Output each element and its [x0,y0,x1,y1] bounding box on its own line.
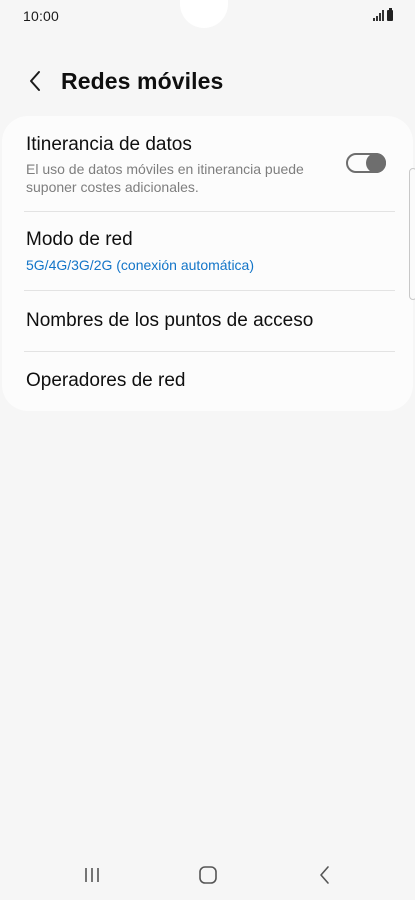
network-operators-row[interactable]: Operadores de red [2,352,413,411]
network-mode-row[interactable]: Modo de red 5G/4G/3G/2G (conexión automá… [2,212,413,290]
settings-card: Itinerancia de datos El uso de datos móv… [2,116,413,411]
home-icon [199,866,217,884]
back-icon [320,866,329,884]
page-title: Redes móviles [61,68,224,94]
signal-icon [373,10,384,21]
status-time: 10:00 [23,8,60,24]
network-mode-title: Modo de red [26,229,133,250]
network-operators-title: Operadores de red [26,370,186,391]
camera-notch [180,0,228,28]
nav-back-button[interactable] [302,860,346,890]
back-button[interactable] [20,64,50,98]
data-roaming-row[interactable]: Itinerancia de datos El uso de datos móv… [2,116,413,212]
scroll-indicator[interactable] [409,168,415,300]
navigation-bar [0,850,415,900]
data-roaming-title: Itinerancia de datos [26,134,192,155]
access-point-names-row[interactable]: Nombres de los puntos de acceso [2,291,413,351]
status-bar: 10:00 [0,0,415,34]
data-roaming-toggle[interactable] [346,153,386,173]
app-bar: Redes móviles [0,58,415,106]
home-button[interactable] [186,860,230,890]
chevron-left-icon [30,71,40,91]
network-mode-value: 5G/4G/3G/2G (conexión automática) [26,257,254,273]
status-icons [373,8,393,21]
data-roaming-summary: El uso de datos móviles en itinerancia p… [26,161,304,195]
access-point-names-title: Nombres de los puntos de acceso [26,310,314,331]
toggle-knob [366,153,386,173]
recent-apps-button[interactable] [70,860,114,890]
battery-icon [387,8,393,21]
recent-apps-icon [85,868,99,882]
